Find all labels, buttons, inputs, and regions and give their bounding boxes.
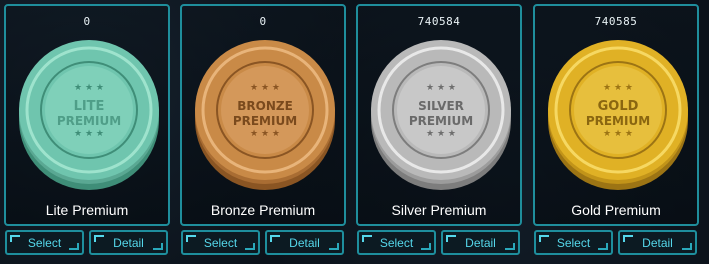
svg-text:PREMIUM: PREMIUM [586, 114, 650, 128]
svg-text:★ ★ ★: ★ ★ ★ [250, 129, 280, 139]
svg-text:LITE: LITE [74, 99, 105, 114]
tier-name: Gold Premium [571, 202, 661, 218]
gold-premium-coin-icon: ★ ★ ★ ★ ★ ★ GOLD PREMIUM [548, 40, 688, 190]
svg-text:★ ★ ★: ★ ★ ★ [426, 83, 456, 93]
silver-premium-coin-icon: ★ ★ ★ ★ ★ ★ SILVER PREMIUM [371, 40, 511, 190]
svg-text:★ ★ ★: ★ ★ ★ [250, 83, 280, 93]
tier-card-bronze: 0 ★ ★ ★ ★ ★ ★ BRONZE PREMIUM Bronze Prem… [180, 4, 346, 226]
svg-text:★ ★ ★: ★ ★ ★ [74, 129, 104, 139]
detail-button-lite[interactable]: Detail [89, 230, 168, 255]
tier-count: 0 [83, 15, 91, 28]
detail-button-bronze[interactable]: Detail [265, 230, 344, 255]
svg-text:SILVER: SILVER [418, 99, 464, 113]
svg-text:GOLD: GOLD [598, 99, 639, 114]
svg-text:PREMIUM: PREMIUM [409, 114, 473, 128]
svg-text:★ ★ ★: ★ ★ ★ [603, 83, 633, 93]
tier-count: 0 [259, 15, 267, 28]
detail-button-gold[interactable]: Detail [618, 230, 697, 255]
lite-premium-coin-icon: ★ ★ ★ ★ ★ ★ LITE PREMIUM [19, 40, 159, 190]
select-button-silver[interactable]: Select [357, 230, 436, 255]
svg-text:PREMIUM: PREMIUM [233, 114, 297, 128]
tier-count: 740585 [594, 15, 638, 28]
svg-text:★ ★ ★: ★ ★ ★ [74, 83, 104, 93]
bronze-premium-coin-icon: ★ ★ ★ ★ ★ ★ BRONZE PREMIUM [195, 40, 335, 190]
select-button-lite[interactable]: Select [5, 230, 84, 255]
tier-name: Bronze Premium [210, 202, 316, 218]
svg-text:BRONZE: BRONZE [237, 99, 293, 113]
select-button-gold[interactable]: Select [534, 230, 613, 255]
svg-text:★ ★ ★: ★ ★ ★ [426, 129, 456, 139]
svg-text:★ ★ ★: ★ ★ ★ [603, 129, 633, 139]
tier-card-gold: 740585 ★ ★ ★ ★ ★ ★ GOLD PREMIUM Gold Pre… [533, 4, 699, 226]
tier-name: Lite Premium [45, 202, 129, 218]
tier-count: 740584 [417, 15, 461, 28]
tier-name: Silver Premium [391, 202, 487, 218]
svg-text:PREMIUM: PREMIUM [57, 114, 121, 128]
detail-button-silver[interactable]: Detail [441, 230, 520, 255]
tier-card-silver: 740584 ★ ★ ★ ★ ★ ★ SILVER PREMIUM Silver… [356, 4, 522, 226]
tier-card-lite: 0 ★ ★ ★ ★ ★ ★ LITE PREMIUM Lite Premium [4, 4, 170, 226]
select-button-bronze[interactable]: Select [181, 230, 260, 255]
